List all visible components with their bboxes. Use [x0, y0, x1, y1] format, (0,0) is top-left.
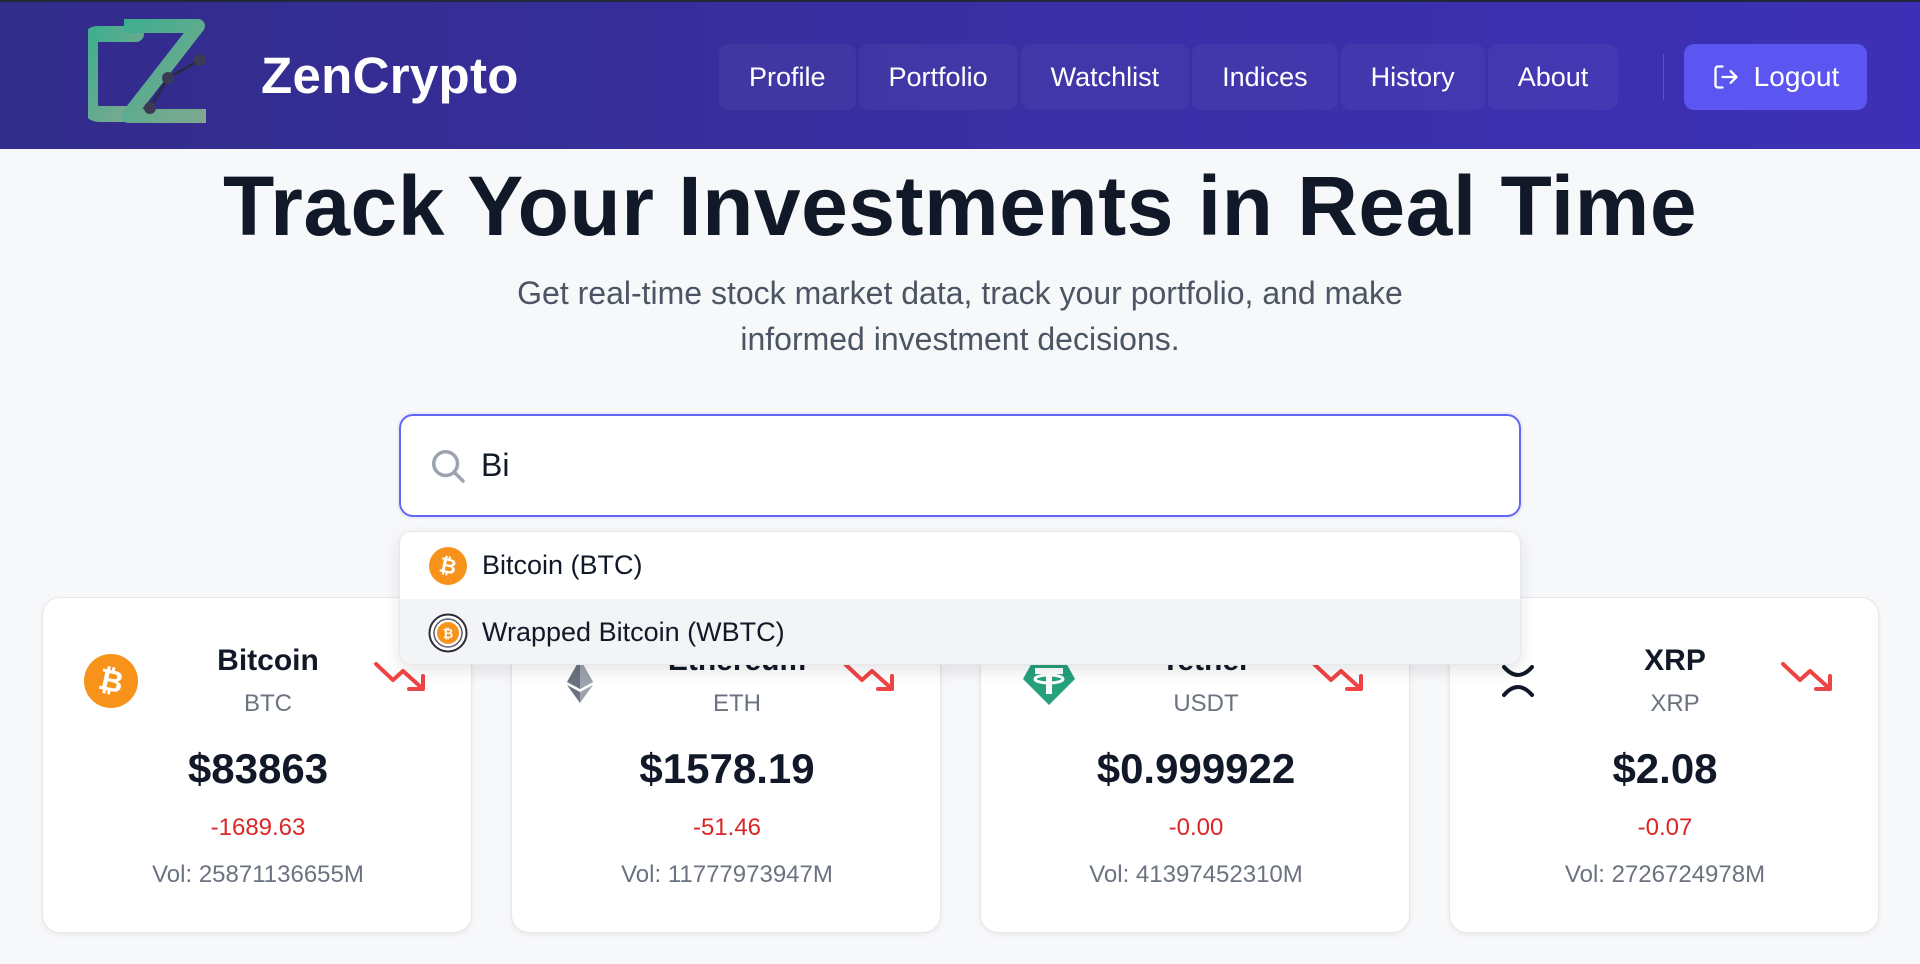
coin-volume: Vol: 41397452310M [1089, 861, 1303, 888]
logout-label: Logout [1753, 61, 1840, 92]
nav-about[interactable]: About [1487, 44, 1619, 110]
search-box[interactable] [399, 414, 1521, 517]
trending-down-icon [374, 662, 425, 691]
coin-name: Bitcoin [217, 644, 319, 677]
suggestion-label: Wrapped Bitcoin (WBTC) [482, 617, 785, 647]
coin-price: $0.999922 [1096, 745, 1296, 792]
nav-profile[interactable]: Profile [719, 44, 856, 110]
hero-title: Track Your Investments in Real Time [222, 159, 1698, 253]
coin-name: XRP [1644, 644, 1706, 677]
hero-subtitle: Get real-time stock market data, track y… [440, 270, 1480, 362]
coin-price: $2.08 [1612, 745, 1718, 792]
coin-price: $83863 [187, 745, 329, 792]
search-input[interactable] [481, 416, 1481, 515]
nav-indices[interactable]: Indices [1192, 44, 1338, 110]
wrapped-bitcoin-icon: ₿ [428, 613, 468, 652]
trending-down-icon [843, 662, 894, 691]
zencrypto-logo-icon[interactable] [88, 16, 224, 130]
svg-text:₿: ₿ [443, 627, 454, 642]
coin-change: -51.46 [692, 814, 762, 841]
brand-name[interactable]: ZenCrypto [261, 46, 519, 105]
hero-subtitle-line1: Get real-time stock market data, track y… [517, 275, 1403, 311]
coin-symbol: BTC [244, 690, 292, 717]
suggestion-item[interactable]: ₿ Wrapped Bitcoin (WBTC) [400, 599, 1520, 664]
main-nav: Profile Portfolio Watchlist Indices Hist… [719, 44, 1621, 110]
logout-icon [1714, 65, 1738, 89]
suggestion-label: Bitcoin (BTC) [482, 550, 643, 580]
search-suggestions: ₿ Bitcoin (BTC) ₿ Wrapped Bitcoin (WBTC) [399, 531, 1521, 665]
trending-down-icon [1781, 662, 1832, 691]
coin-symbol: ETH [713, 690, 761, 717]
coin-volume: Vol: 2726724978M [1564, 861, 1766, 888]
bitcoin-icon: ₿ [84, 654, 138, 708]
nav-watchlist[interactable]: Watchlist [1020, 44, 1190, 110]
trending-down-icon [1312, 662, 1363, 691]
nav-divider [1663, 54, 1664, 100]
coin-symbol: XRP [1650, 690, 1700, 717]
logout-button[interactable]: Logout [1684, 44, 1867, 110]
coin-change: -0.07 [1637, 814, 1693, 841]
coin-change: -1689.63 [210, 814, 306, 841]
app-header: ZenCrypto Profile Portfolio Watchlist In… [0, 2, 1920, 149]
coin-volume: Vol: 11777973947M [621, 861, 833, 888]
coin-price: $1578.19 [639, 745, 815, 792]
coin-symbol: USDT [1173, 690, 1239, 717]
suggestion-item[interactable]: ₿ Bitcoin (BTC) [400, 532, 1520, 599]
bitcoin-icon: ₿ [429, 546, 467, 585]
coin-volume: Vol: 25871136655M [152, 861, 364, 888]
coin-change: -0.00 [1168, 814, 1224, 841]
search-icon [432, 450, 465, 483]
hero-subtitle-line2: informed investment decisions. [740, 321, 1180, 357]
nav-portfolio[interactable]: Portfolio [858, 44, 1018, 110]
nav-history[interactable]: History [1340, 44, 1485, 110]
